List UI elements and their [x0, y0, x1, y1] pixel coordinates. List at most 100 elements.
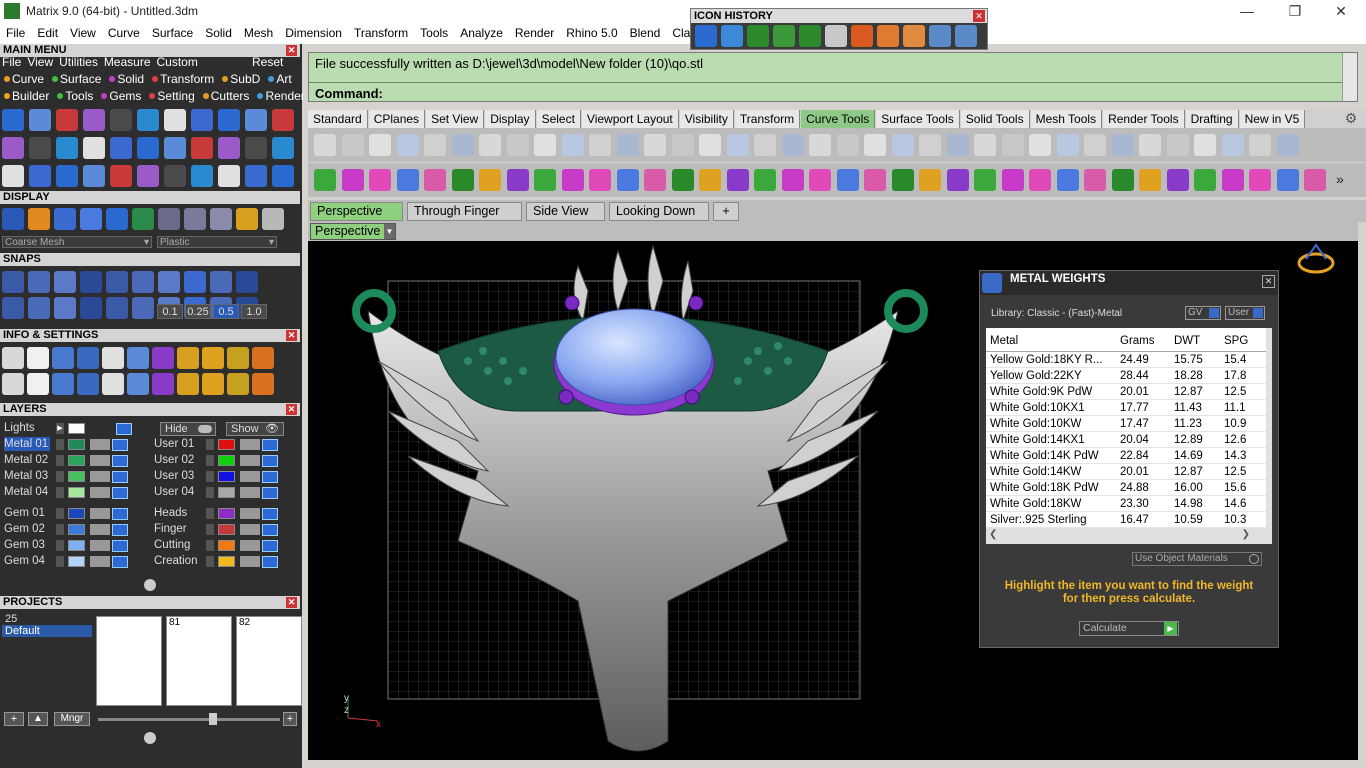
- layer-color-swatch[interactable]: [68, 487, 85, 498]
- tool-icon[interactable]: [110, 109, 132, 131]
- menu-analyze[interactable]: Analyze: [454, 26, 509, 40]
- main-menu-art[interactable]: Art: [276, 72, 291, 86]
- toolbar-tool-icon[interactable]: [506, 134, 529, 156]
- toolbar-tool-icon[interactable]: [754, 134, 776, 156]
- table-row[interactable]: White Gold:14K PdW 22.84 14.69 14.3: [986, 448, 1266, 464]
- layer-visibility-toggle[interactable]: [262, 471, 278, 483]
- project-thumbnail[interactable]: 82: [236, 616, 302, 706]
- toolbar-tool-icon[interactable]: [314, 169, 336, 191]
- history-tool-icon[interactable]: [799, 25, 821, 47]
- settings-icon[interactable]: [102, 373, 124, 395]
- settings-icon[interactable]: [227, 373, 249, 395]
- toolbar-tool-icon[interactable]: [1249, 169, 1271, 191]
- toolbar-tool-icon[interactable]: [396, 169, 419, 191]
- toolbar-tool-icon[interactable]: [1001, 134, 1024, 156]
- toolbar-tool-icon[interactable]: [534, 134, 556, 156]
- layer-visibility-toggle[interactable]: [262, 439, 278, 451]
- layer-row-user-04[interactable]: User 04: [150, 485, 295, 500]
- layer-name[interactable]: Gem 04: [4, 554, 45, 568]
- toolbar-tab-curve-tools[interactable]: Curve Tools: [801, 110, 876, 128]
- toolbar-tool-icon[interactable]: [1029, 169, 1051, 191]
- lock-icon[interactable]: [240, 471, 260, 482]
- tool-icon[interactable]: [137, 109, 159, 131]
- column-header-dwt[interactable]: DWT: [1174, 330, 1200, 352]
- tool-icon[interactable]: [245, 165, 267, 187]
- tool-icon[interactable]: [56, 109, 78, 131]
- layer-row-user-02[interactable]: User 02: [150, 453, 295, 468]
- tool-icon[interactable]: [137, 165, 159, 187]
- snap-icon[interactable]: [28, 297, 50, 319]
- project-thumbnail[interactable]: 81: [166, 616, 232, 706]
- layer-arrow-icon[interactable]: [206, 471, 214, 482]
- toolbar-tool-icon[interactable]: [451, 169, 474, 191]
- toolbar-tool-icon[interactable]: [506, 169, 529, 191]
- toolbar-tool-icon[interactable]: [891, 169, 914, 191]
- layer-visibility-toggle[interactable]: [112, 455, 128, 467]
- lights-arrow-icon[interactable]: ▶: [56, 423, 64, 434]
- toolbar-tool-icon[interactable]: [1111, 134, 1134, 156]
- main-menu-render[interactable]: Render: [265, 89, 304, 103]
- settings-icon[interactable]: [177, 373, 199, 395]
- main-menu-custom[interactable]: Custom: [157, 55, 198, 69]
- display-mode-icon[interactable]: [184, 208, 206, 230]
- toolbar-tab-display[interactable]: Display: [485, 110, 536, 128]
- layer-name[interactable]: Cutting: [154, 538, 190, 552]
- toolbar-tool-icon[interactable]: [561, 169, 584, 191]
- toolbar-tool-icon[interactable]: [1139, 134, 1161, 156]
- layer-arrow-icon[interactable]: [206, 524, 214, 535]
- tool-icon[interactable]: [191, 165, 213, 187]
- right-bail-ring[interactable]: [884, 289, 928, 333]
- layer-color-swatch[interactable]: [218, 439, 235, 450]
- menu-blend[interactable]: Blend: [624, 26, 667, 40]
- close-icon[interactable]: ✕: [1262, 275, 1275, 288]
- toolbar-tool-icon[interactable]: [671, 134, 694, 156]
- display-mode-icon[interactable]: [54, 208, 76, 230]
- toolbar-tool-icon[interactable]: [1056, 134, 1079, 156]
- add-viewport-tab-button[interactable]: +: [713, 202, 739, 221]
- menu-rhino-5-0[interactable]: Rhino 5.0: [560, 26, 623, 40]
- settings-icon[interactable]: [127, 347, 149, 369]
- snap-icon[interactable]: [2, 271, 24, 293]
- layer-color-swatch[interactable]: [218, 556, 235, 567]
- lock-icon[interactable]: [90, 439, 110, 450]
- layer-color-swatch[interactable]: [218, 471, 235, 482]
- layer-row-metal-01[interactable]: Metal 01: [0, 437, 145, 452]
- layer-arrow-icon[interactable]: [206, 439, 214, 450]
- settings-icon[interactable]: [77, 373, 99, 395]
- toolbar-tool-icon[interactable]: [946, 169, 969, 191]
- settings-icon[interactable]: [152, 373, 174, 395]
- tool-icon[interactable]: [272, 109, 294, 131]
- tool-icon[interactable]: [218, 137, 240, 159]
- toolbar-tool-icon[interactable]: [561, 134, 584, 156]
- lock-icon[interactable]: [240, 487, 260, 498]
- layer-color-swatch[interactable]: [218, 524, 235, 535]
- layer-visibility-toggle[interactable]: [262, 524, 278, 536]
- history-tool-icon[interactable]: [721, 25, 743, 47]
- toolbar-tool-icon[interactable]: [864, 169, 886, 191]
- toolbar-tool-icon[interactable]: [1056, 169, 1079, 191]
- toolbar-tool-icon[interactable]: [864, 134, 886, 156]
- settings-icon[interactable]: [102, 347, 124, 369]
- toolbar-tool-icon[interactable]: [891, 134, 914, 156]
- snap-icon[interactable]: [132, 271, 154, 293]
- main-menu-gems[interactable]: Gems: [109, 89, 141, 103]
- close-window-button[interactable]: ✕: [1318, 0, 1364, 22]
- restore-button[interactable]: ❐: [1272, 0, 1318, 22]
- layer-arrow-icon[interactable]: [206, 540, 214, 551]
- main-menu-curve[interactable]: Curve: [12, 72, 44, 86]
- tool-icon[interactable]: [2, 137, 24, 159]
- table-row[interactable]: White Gold:18KW 23.30 14.98 14.6: [986, 496, 1266, 512]
- toolbar-tool-icon[interactable]: [341, 169, 364, 191]
- toolbar-tab-standard[interactable]: Standard: [308, 110, 368, 128]
- use-object-materials-checkbox[interactable]: Use Object Materials: [1132, 552, 1262, 566]
- settings-icon[interactable]: [227, 347, 249, 369]
- lights-color-swatch[interactable]: [68, 423, 85, 434]
- settings-icon[interactable]: [52, 347, 74, 369]
- snap-icon[interactable]: [54, 271, 76, 293]
- toolbar-tool-icon[interactable]: [1111, 169, 1134, 191]
- reset-link[interactable]: Reset: [252, 54, 283, 71]
- display-mode-icon[interactable]: [236, 208, 258, 230]
- thumbnail-size-slider[interactable]: [98, 718, 280, 721]
- main-menu-builder[interactable]: Builder: [12, 89, 49, 103]
- table-row[interactable]: Yellow Gold:22KY 28.44 18.28 17.8: [986, 368, 1266, 384]
